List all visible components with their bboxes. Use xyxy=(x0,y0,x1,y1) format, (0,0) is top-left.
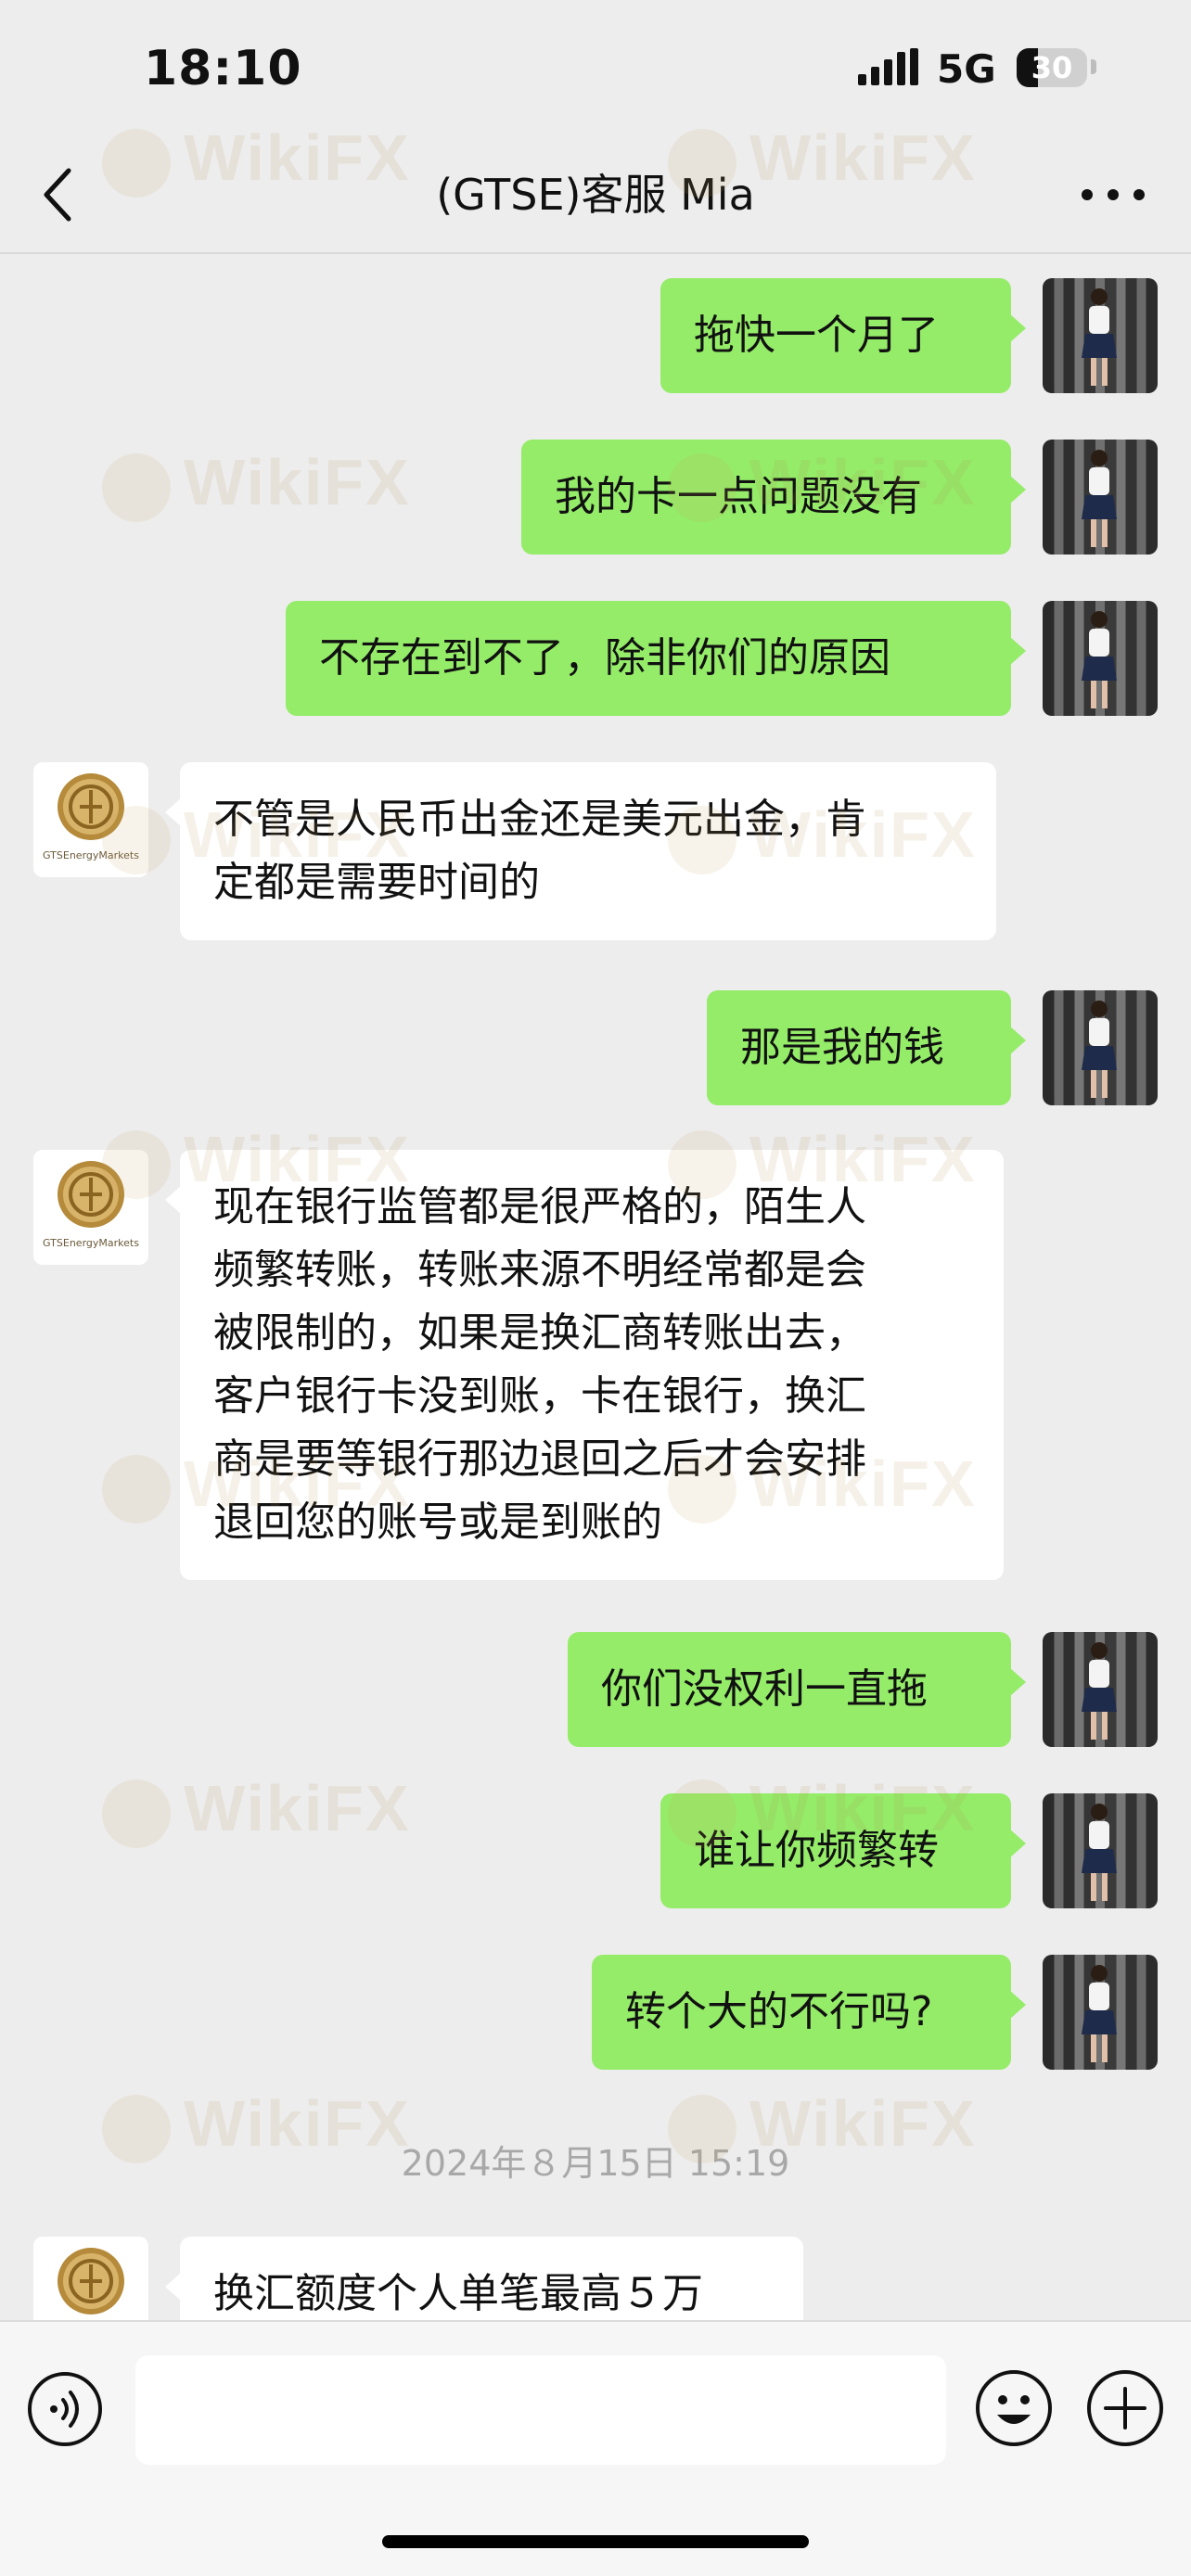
gtse-logo-icon xyxy=(58,2248,124,2315)
contact-avatar-brand: GTSEnergyMarkets xyxy=(43,849,139,861)
sent-message-bubble[interactable]: 谁让你频繁转 xyxy=(660,1793,1026,1908)
sent-message-bubble[interactable]: 你们没权利一直拖 xyxy=(568,1632,1026,1747)
gtse-logo-icon xyxy=(58,773,124,840)
cellular-signal-icon xyxy=(858,48,918,85)
battery-tip xyxy=(1091,59,1096,74)
my-avatar[interactable] xyxy=(1043,1793,1158,1908)
status-bar: 18:10 5G 30 xyxy=(0,0,1191,139)
person-figure-icon xyxy=(1082,288,1117,386)
sent-message-bubble[interactable]: 不存在到不了，除非你们的原因 xyxy=(286,601,1026,716)
battery-icon: 30 xyxy=(1017,48,1087,87)
my-avatar[interactable] xyxy=(1043,1632,1158,1747)
voice-input-icon[interactable] xyxy=(26,2370,104,2448)
received-message-bubble[interactable]: 换汇额度个人单笔最高５万 xyxy=(165,2237,803,2320)
my-avatar[interactable] xyxy=(1043,990,1158,1105)
chat-title: (GTSE)客服 Mia xyxy=(436,170,755,220)
chat-header: (GTSE)客服 Mia xyxy=(0,139,1191,254)
sent-message-bubble[interactable]: 拖快一个月了 xyxy=(660,278,1026,393)
my-avatar[interactable] xyxy=(1043,278,1158,393)
person-figure-icon xyxy=(1082,450,1117,547)
my-avatar[interactable] xyxy=(1043,1955,1158,2070)
received-message-bubble[interactable]: 不管是人民币出金还是美元出金，肯 定都是需要时间的 xyxy=(165,762,996,940)
person-figure-icon xyxy=(1082,1965,1117,2062)
my-avatar[interactable] xyxy=(1043,440,1158,555)
person-figure-icon xyxy=(1082,1001,1117,1098)
sent-message-bubble[interactable]: 转个大的不行吗? xyxy=(592,1955,1026,2070)
sent-message-bubble[interactable]: 那是我的钱 xyxy=(707,990,1026,1105)
sent-message-bubble[interactable]: 我的卡一点问题没有 xyxy=(521,440,1026,555)
home-indicator[interactable] xyxy=(382,2535,809,2548)
person-figure-icon xyxy=(1082,611,1117,708)
status-time: 18:10 xyxy=(144,41,302,96)
person-figure-icon xyxy=(1082,1642,1117,1740)
battery-level: 30 xyxy=(1031,50,1073,85)
contact-avatar[interactable]: GTSEnergyMarkets xyxy=(33,762,148,877)
contact-avatar-brand: GTSEnergyMarkets xyxy=(43,1237,139,1249)
message-list[interactable]: 2024年８月15日 15:19 拖快一个月了我的卡一点问题没有不存在到不了，除… xyxy=(0,256,1191,2320)
message-timestamp: 2024年８月15日 15:19 xyxy=(401,2143,790,2184)
network-type: 5G xyxy=(937,46,996,92)
add-attachment-icon[interactable] xyxy=(1085,2368,1165,2448)
gtse-logo-icon xyxy=(58,1161,124,1228)
received-message-bubble[interactable]: 现在银行监管都是很严格的，陌生人 频繁转账，转账来源不明经常都是会 被限制的，如… xyxy=(165,1150,1004,1580)
more-options-icon[interactable] xyxy=(1078,182,1148,208)
emoji-icon[interactable] xyxy=(974,2368,1054,2448)
contact-avatar[interactable]: GTSEnergyMarkets xyxy=(33,1150,148,1265)
message-input[interactable] xyxy=(135,2355,946,2465)
back-arrow-icon[interactable] xyxy=(39,165,76,224)
person-figure-icon xyxy=(1082,1804,1117,1901)
my-avatar[interactable] xyxy=(1043,601,1158,716)
contact-avatar[interactable]: GTSEnergyMarkets xyxy=(33,2237,148,2320)
